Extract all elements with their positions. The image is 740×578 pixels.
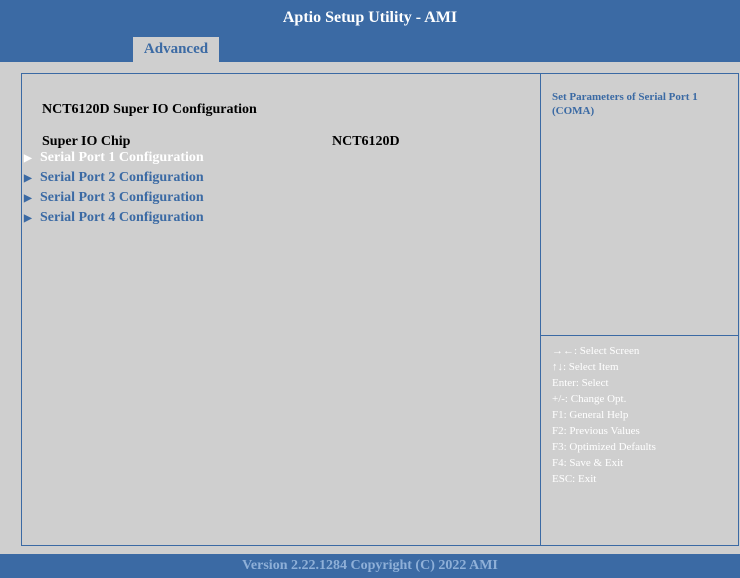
menu-item-label: Serial Port 2 Configuration (40, 170, 204, 185)
menu-item-label: Serial Port 1 Configuration (40, 150, 204, 165)
key-help-item: F1: General Help (552, 409, 629, 421)
tab-bar: Advanced (0, 35, 740, 62)
key-help-item: Enter: Select (552, 377, 609, 389)
key-help-list: →←: Select Screen ↑↓: Select Item Enter:… (552, 343, 732, 487)
key-help-item: F2: Previous Values (552, 425, 640, 437)
section-title: NCT6120D Super IO Configuration (42, 102, 257, 117)
submenu-arrow-icon: ▶ (24, 212, 32, 224)
menu-item-serial-port-4[interactable]: ▶ Serial Port 4 Configuration (24, 208, 204, 228)
submenu-arrow-icon: ▶ (24, 192, 32, 204)
key-help-item: F4: Save & Exit (552, 457, 624, 469)
key-help-item: →←: Select Screen (552, 345, 640, 357)
settings-panel: NCT6120D Super IO Configuration Super IO… (21, 73, 541, 546)
submenu-arrow-icon: ▶ (24, 172, 32, 184)
submenu-arrow-icon: ▶ (24, 152, 32, 164)
key-help-item: ESC: Exit (552, 473, 597, 485)
tab-advanced[interactable]: Advanced (133, 37, 219, 62)
help-panel: Set Parameters of Serial Port 1 (COMA) →… (541, 73, 739, 546)
menu-item-serial-port-2[interactable]: ▶ Serial Port 2 Configuration (24, 168, 204, 188)
menu-item-label: Serial Port 3 Configuration (40, 190, 204, 205)
help-description: Set Parameters of Serial Port 1 (COMA) (552, 91, 698, 117)
super-io-chip-value: NCT6120D (332, 134, 400, 149)
help-divider (541, 335, 738, 336)
menu-item-label: Serial Port 4 Configuration (40, 210, 204, 225)
key-help-item: ↑↓: Select Item (552, 361, 619, 373)
key-help-item: +/-: Change Opt. (552, 393, 627, 405)
menu-item-serial-port-3[interactable]: ▶ Serial Port 3 Configuration (24, 188, 204, 208)
key-help-item: F3: Optimized Defaults (552, 441, 656, 453)
window-title: Aptio Setup Utility - AMI (0, 0, 740, 35)
version-footer: Version 2.22.1284 Copyright (C) 2022 AMI (0, 554, 740, 578)
main-content: NCT6120D Super IO Configuration Super IO… (0, 62, 740, 554)
menu-item-serial-port-1[interactable]: ▶ Serial Port 1 Configuration (24, 148, 204, 168)
